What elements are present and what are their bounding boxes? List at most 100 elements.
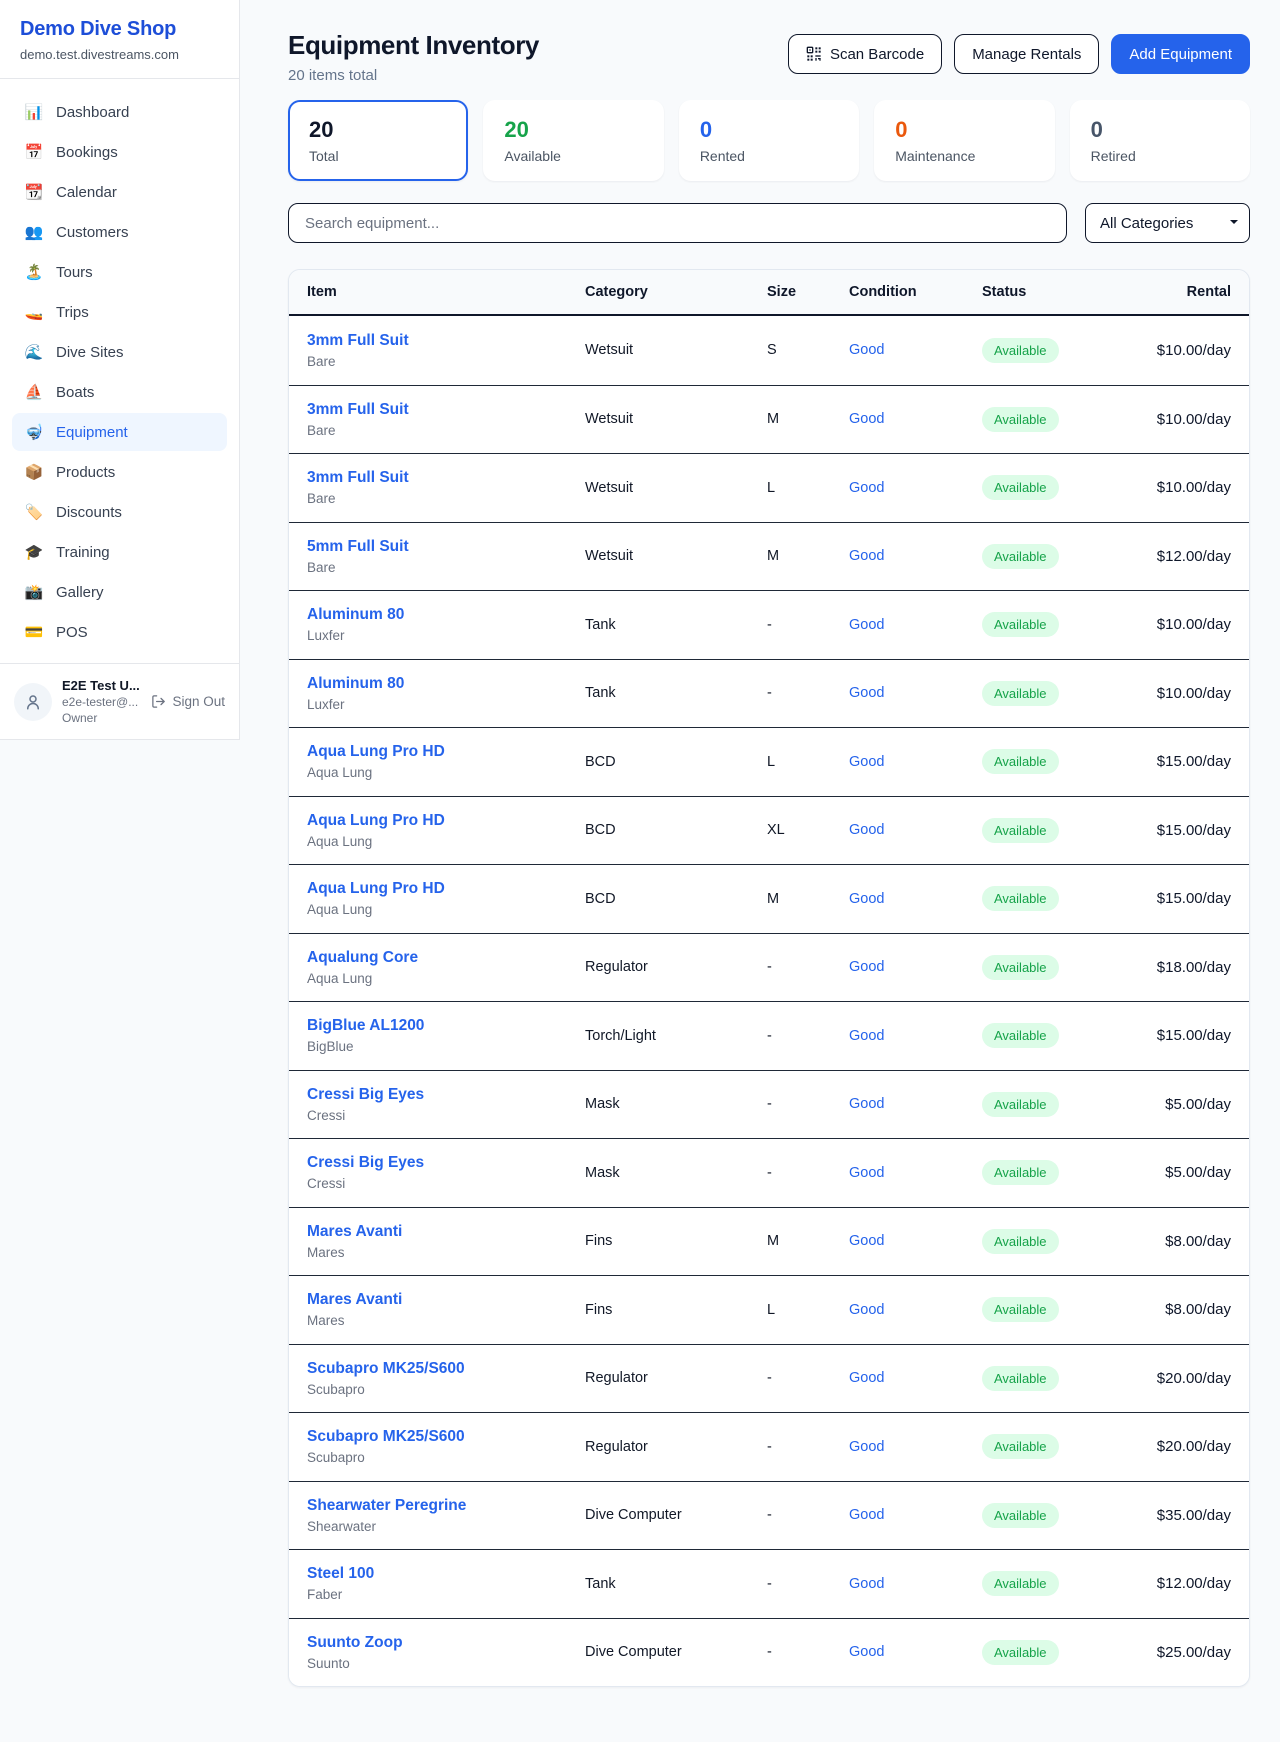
stat-card-retired[interactable]: 0 Retired — [1070, 100, 1250, 181]
shop-domain: demo.test.divestreams.com — [20, 47, 219, 62]
add-equipment-button[interactable]: Add Equipment — [1111, 34, 1250, 74]
condition-link[interactable]: Good — [849, 1644, 982, 1660]
sidebar-header: Demo Dive Shop demo.test.divestreams.com — [0, 0, 239, 79]
manage-rentals-button[interactable]: Manage Rentals — [954, 34, 1099, 74]
rental-cell: $10.00/day — [1146, 685, 1231, 702]
sidebar-item-calendar[interactable]: 📆 Calendar — [12, 173, 227, 211]
status-cell: Available — [982, 338, 1146, 363]
status-cell: Available — [982, 475, 1146, 500]
condition-link[interactable]: Good — [849, 822, 982, 838]
stat-card-total[interactable]: 20 Total — [288, 100, 468, 181]
sidebar-item-equipment[interactable]: 🤿 Equipment — [12, 413, 227, 451]
size-cell: M — [767, 548, 849, 564]
item-brand: Luxfer — [307, 628, 585, 643]
item-name-link[interactable]: BigBlue AL1200 — [307, 1017, 585, 1035]
column-header-category: Category — [585, 284, 767, 300]
item-name-link[interactable]: 3mm Full Suit — [307, 469, 585, 487]
search-input[interactable] — [288, 203, 1067, 243]
sign-out-button[interactable]: Sign Out — [151, 694, 225, 709]
category-select[interactable]: All Categories — [1085, 203, 1250, 243]
condition-link[interactable]: Good — [849, 1302, 982, 1318]
table-row: Aluminum 80 Luxfer Tank - Good Available… — [289, 590, 1249, 659]
item-name-link[interactable]: Mares Avanti — [307, 1223, 585, 1241]
sidebar-item-customers[interactable]: 👥 Customers — [12, 213, 227, 251]
table-row: Mares Avanti Mares Fins M Good Available… — [289, 1207, 1249, 1276]
add-equipment-label: Add Equipment — [1129, 46, 1232, 63]
sidebar-item-discounts[interactable]: 🏷️ Discounts — [12, 493, 227, 531]
item-name-link[interactable]: 3mm Full Suit — [307, 332, 585, 350]
condition-link[interactable]: Good — [849, 1370, 982, 1386]
item-name-link[interactable]: Aqua Lung Pro HD — [307, 880, 585, 898]
column-header-rental: Rental — [1146, 284, 1231, 300]
item-name-link[interactable]: Shearwater Peregrine — [307, 1497, 585, 1515]
status-badge: Available — [982, 955, 1059, 980]
condition-link[interactable]: Good — [849, 1233, 982, 1249]
stat-value: 20 — [309, 117, 447, 143]
user-meta: E2E Test U... e2e-tester@... Owner — [62, 678, 141, 725]
sidebar-item-label: Gallery — [56, 584, 104, 601]
status-badge: Available — [982, 1092, 1059, 1117]
condition-link[interactable]: Good — [849, 1096, 982, 1112]
condition-link[interactable]: Good — [849, 754, 982, 770]
status-badge: Available — [982, 1366, 1059, 1391]
sidebar-item-dashboard[interactable]: 📊 Dashboard — [12, 93, 227, 131]
condition-link[interactable]: Good — [849, 1439, 982, 1455]
condition-link[interactable]: Good — [849, 342, 982, 358]
condition-link[interactable]: Good — [849, 1507, 982, 1523]
condition-link[interactable]: Good — [849, 411, 982, 427]
condition-link[interactable]: Good — [849, 1028, 982, 1044]
item-name-link[interactable]: Aqualung Core — [307, 949, 585, 967]
condition-link[interactable]: Good — [849, 891, 982, 907]
stat-card-rented[interactable]: 0 Rented — [679, 100, 859, 181]
condition-link[interactable]: Good — [849, 548, 982, 564]
sidebar-item-gallery[interactable]: 📸 Gallery — [12, 573, 227, 611]
nav-icon: 🌊 — [24, 343, 44, 361]
page-header-text: Equipment Inventory 20 items total — [288, 30, 539, 84]
item-name-link[interactable]: 5mm Full Suit — [307, 538, 585, 556]
condition-link[interactable]: Good — [849, 1165, 982, 1181]
item-name-link[interactable]: Aqua Lung Pro HD — [307, 812, 585, 830]
sidebar-item-products[interactable]: 📦 Products — [12, 453, 227, 491]
item-name-link[interactable]: 3mm Full Suit — [307, 401, 585, 419]
item-brand: Mares — [307, 1245, 585, 1260]
status-badge: Available — [982, 1434, 1059, 1459]
item-name-link[interactable]: Suunto Zoop — [307, 1634, 585, 1652]
item-name-link[interactable]: Mares Avanti — [307, 1291, 585, 1309]
item-brand: Shearwater — [307, 1519, 585, 1534]
item-name-link[interactable]: Cressi Big Eyes — [307, 1086, 585, 1104]
manage-rentals-label: Manage Rentals — [972, 46, 1081, 63]
status-badge: Available — [982, 475, 1059, 500]
sidebar-item-dive-sites[interactable]: 🌊 Dive Sites — [12, 333, 227, 371]
condition-link[interactable]: Good — [849, 617, 982, 633]
condition-link[interactable]: Good — [849, 1576, 982, 1592]
item-name-link[interactable]: Aluminum 80 — [307, 606, 585, 624]
stat-card-available[interactable]: 20 Available — [483, 100, 663, 181]
sidebar-item-training[interactable]: 🎓 Training — [12, 533, 227, 571]
condition-link[interactable]: Good — [849, 480, 982, 496]
category-cell: Mask — [585, 1165, 767, 1181]
item-name-link[interactable]: Aluminum 80 — [307, 675, 585, 693]
sidebar-item-tours[interactable]: 🏝️ Tours — [12, 253, 227, 291]
stat-card-maintenance[interactable]: 0 Maintenance — [874, 100, 1054, 181]
category-cell: Wetsuit — [585, 342, 767, 358]
scan-barcode-button[interactable]: Scan Barcode — [788, 34, 942, 74]
item-name-link[interactable]: Scubapro MK25/S600 — [307, 1360, 585, 1378]
sidebar-item-boats[interactable]: ⛵ Boats — [12, 373, 227, 411]
shop-name[interactable]: Demo Dive Shop — [20, 18, 219, 41]
size-cell: - — [767, 1576, 849, 1592]
item-name-link[interactable]: Steel 100 — [307, 1565, 585, 1583]
sidebar-item-bookings[interactable]: 📅 Bookings — [12, 133, 227, 171]
category-cell: BCD — [585, 822, 767, 838]
status-badge: Available — [982, 1297, 1059, 1322]
condition-link[interactable]: Good — [849, 685, 982, 701]
item-name-link[interactable]: Aqua Lung Pro HD — [307, 743, 585, 761]
item-brand: Scubapro — [307, 1450, 585, 1465]
sidebar-item-trips[interactable]: 🚤 Trips — [12, 293, 227, 331]
sidebar-item-pos[interactable]: 💳 POS — [12, 613, 227, 651]
item-name-link[interactable]: Scubapro MK25/S600 — [307, 1428, 585, 1446]
stat-label: Rented — [700, 148, 838, 164]
item-name-link[interactable]: Cressi Big Eyes — [307, 1154, 585, 1172]
condition-link[interactable]: Good — [849, 959, 982, 975]
status-badge: Available — [982, 886, 1059, 911]
person-icon — [24, 693, 42, 711]
